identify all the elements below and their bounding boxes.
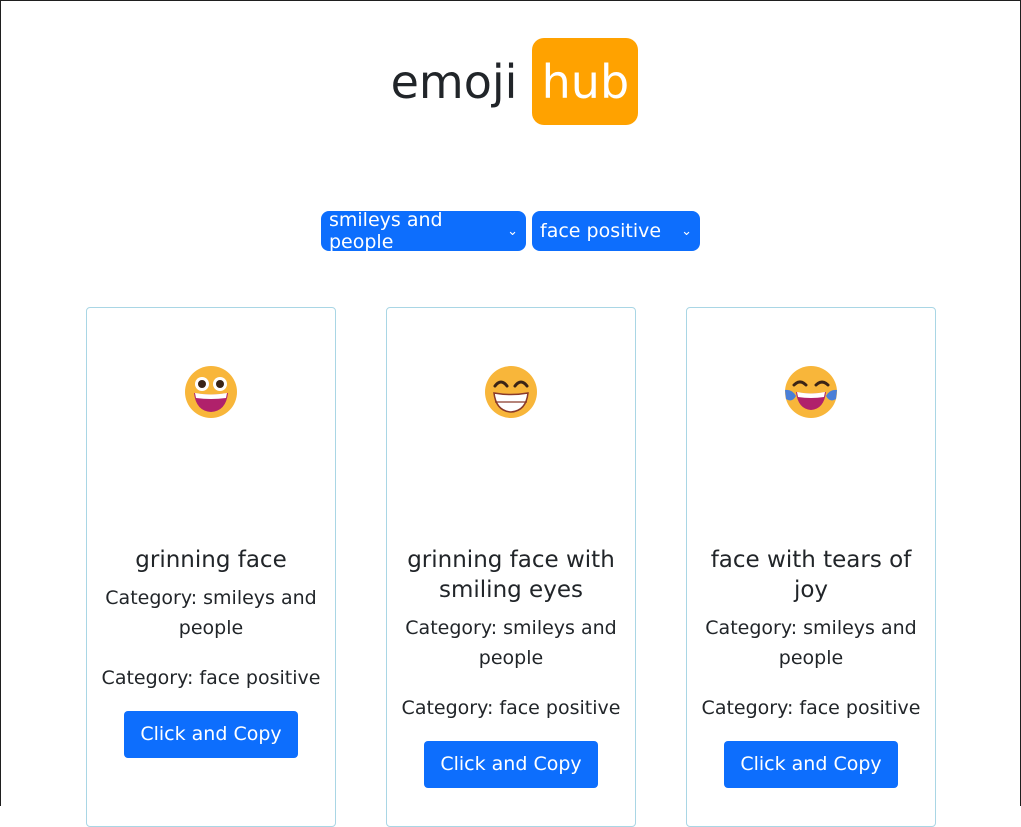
logo-word: emoji [390, 54, 518, 109]
emoji-name: grinning face [135, 547, 287, 573]
emoji-group: Category: face positive [101, 667, 321, 689]
filter-bar: smileys and people ⌄ face positive ⌄ [0, 209, 1021, 253]
grinning-face-with-smiling-eyes-icon [485, 366, 537, 418]
emoji-name: grinning face with smiling eyes [407, 547, 615, 603]
emoji-card: face with tears of joy Category: smileys… [686, 307, 936, 827]
grinning-face-icon [185, 366, 237, 418]
card-body: grinning face Category: smileys and peop… [97, 545, 325, 758]
copy-button[interactable]: Click and Copy [724, 741, 898, 788]
emoji-category: Category: smileys and people [105, 587, 317, 639]
card-body: grinning face with smiling eyes Category… [397, 545, 625, 788]
emoji-card: grinning face Category: smileys and peop… [86, 307, 336, 827]
category-select[interactable]: smileys and people ⌄ [321, 209, 526, 253]
face-with-tears-of-joy-icon [785, 366, 837, 418]
emoji-category: Category: smileys and people [405, 617, 617, 669]
emoji-category: Category: smileys and people [705, 617, 917, 669]
copy-button[interactable]: Click and Copy [124, 711, 298, 758]
emoji-card: grinning face with smiling eyes Category… [386, 307, 636, 827]
emoji-group: Category: face positive [401, 697, 621, 719]
copy-button[interactable]: Click and Copy [424, 741, 598, 788]
category-select-value: smileys and people [329, 209, 443, 253]
emoji-name: face with tears of joy [710, 547, 912, 603]
card-body: face with tears of joy Category: smileys… [697, 545, 925, 788]
emoji-group: Category: face positive [701, 697, 921, 719]
chevron-down-icon: ⌄ [507, 223, 518, 239]
group-select-value: face positive [540, 220, 662, 242]
group-select[interactable]: face positive ⌄ [532, 211, 700, 251]
logo: emoji hub [0, 38, 1021, 125]
logo-badge: hub [532, 38, 639, 125]
chevron-down-icon: ⌄ [681, 223, 692, 239]
